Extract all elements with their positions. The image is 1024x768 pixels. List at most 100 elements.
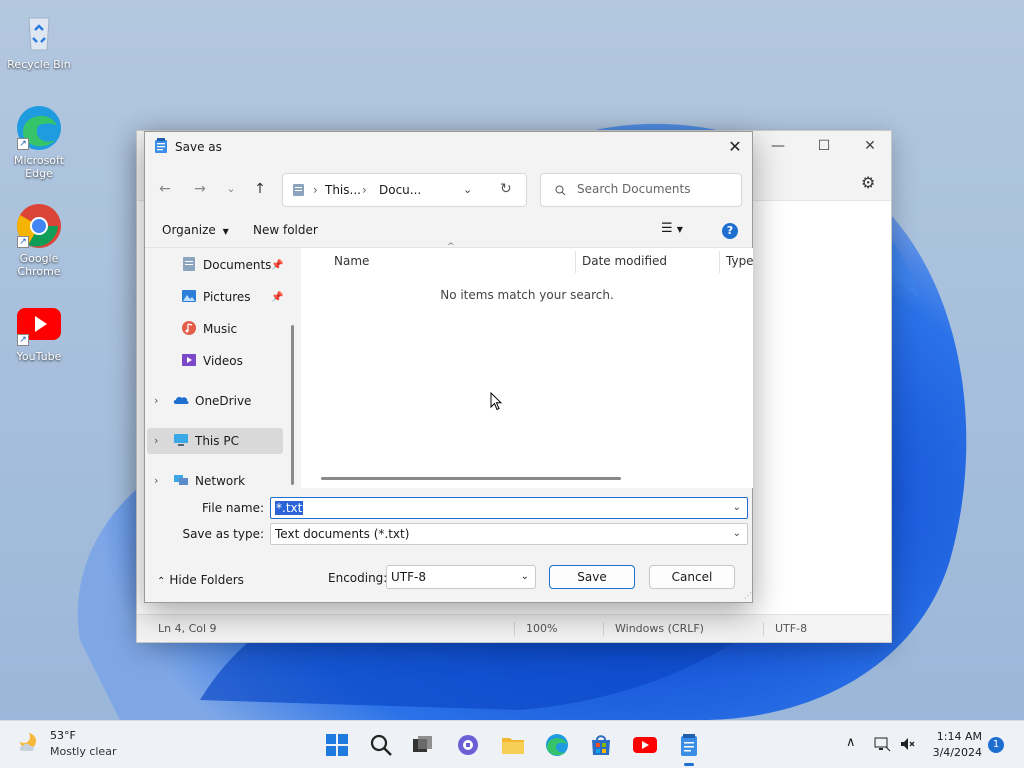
- search-input[interactable]: [577, 182, 737, 196]
- file-explorer-icon[interactable]: [499, 731, 527, 759]
- organize-label: Organize: [162, 223, 216, 237]
- desktop-icon-chrome[interactable]: ↗ Google Chrome: [4, 202, 74, 278]
- documents-folder-icon: [293, 184, 304, 196]
- address-dropdown-chevron-icon[interactable]: ⌄: [463, 183, 472, 196]
- save-as-type-select[interactable]: Text documents (*.txt) ⌄: [270, 523, 748, 545]
- desktop-icon-edge[interactable]: ↗ Microsoft Edge: [4, 104, 74, 180]
- taskbar: 53°F Mostly clear ∧ 1:14 AM 3/4/2024 1: [0, 720, 1024, 768]
- shortcut-arrow-icon: ↗: [17, 236, 29, 248]
- desktop-icon-recycle-bin[interactable]: Recycle Bin: [4, 8, 74, 71]
- clock-date: 3/4/2024: [932, 746, 982, 759]
- start-windows-icon[interactable]: [323, 731, 351, 759]
- status-encoding: UTF-8: [775, 622, 808, 635]
- weather-moon-cloud-icon: [18, 731, 36, 751]
- chat-teams-icon[interactable]: [454, 731, 482, 759]
- expand-chevron-icon[interactable]: ›: [154, 434, 158, 447]
- expand-chevron-icon[interactable]: ›: [154, 474, 158, 487]
- show-hidden-icons-chevron-icon[interactable]: ∧: [846, 735, 856, 750]
- refresh-icon[interactable]: ↻: [500, 181, 512, 197]
- settings-gear-icon[interactable]: ⚙: [861, 173, 875, 192]
- save-button[interactable]: Save: [549, 565, 635, 589]
- address-bar[interactable]: › This... › Docu... ⌄ ↻: [282, 173, 527, 207]
- onedrive-cloud-icon: [173, 396, 189, 404]
- system-clock[interactable]: 1:14 AM 3/4/2024: [920, 729, 982, 761]
- sidebar-item-label: Music: [203, 322, 238, 336]
- encoding-dropdown-chevron-icon: ⌄: [520, 571, 529, 582]
- sidebar-item-this-pc[interactable]: This PC: [147, 428, 283, 454]
- pin-icon: 📌: [271, 260, 284, 271]
- search-box[interactable]: [540, 173, 742, 207]
- hide-folders-button[interactable]: ⌃ Hide Folders: [157, 573, 244, 587]
- search-icon[interactable]: [367, 731, 395, 759]
- navigation-pane: Documents 📌 Pictures 📌 Music Videos › On…: [145, 248, 293, 488]
- notification-badge[interactable]: 1: [988, 737, 1004, 753]
- hide-folders-label: Hide Folders: [169, 573, 244, 587]
- active-app-indicator: [684, 763, 694, 766]
- expand-chevron-icon[interactable]: ›: [154, 394, 158, 407]
- weather-temperature: 53°F: [50, 729, 76, 742]
- sidebar-item-network[interactable]: Network: [173, 468, 291, 488]
- network-status-icon[interactable]: [873, 735, 891, 753]
- navigation-pane-scrollbar[interactable]: [291, 325, 294, 485]
- column-header-type[interactable]: Type: [726, 248, 754, 274]
- forward-arrow-icon[interactable]: →: [189, 178, 211, 200]
- mouse-pointer-icon: [490, 392, 502, 411]
- back-arrow-icon[interactable]: ←: [154, 178, 176, 200]
- file-name-dropdown-chevron-icon[interactable]: ⌄: [733, 498, 741, 518]
- breadcrumb-documents[interactable]: Docu...: [379, 183, 421, 197]
- close-icon[interactable]: ✕: [847, 131, 893, 161]
- chevron-up-icon: ⌃: [157, 576, 166, 587]
- task-view-icon[interactable]: [409, 731, 437, 759]
- shortcut-arrow-icon: ↗: [17, 334, 29, 346]
- desktop-icon-label: Microsoft Edge: [13, 154, 65, 180]
- file-name-input[interactable]: *.txt ⌄: [270, 497, 748, 519]
- microsoft-store-icon[interactable]: [587, 731, 615, 759]
- edge-icon[interactable]: [543, 731, 571, 759]
- volume-muted-icon[interactable]: [899, 735, 917, 753]
- maximize-icon[interactable]: ☐: [801, 131, 847, 161]
- new-folder-button[interactable]: New folder: [253, 223, 318, 237]
- encoding-label: Encoding:: [328, 571, 388, 585]
- file-name-value: *.txt: [275, 501, 304, 515]
- sidebar-item-videos[interactable]: Videos: [181, 348, 291, 374]
- file-list-scrollbar[interactable]: [321, 477, 621, 480]
- dialog-footer: ⌃ Hide Folders Encoding: UTF-8 ⌄ Save Can…: [145, 556, 754, 602]
- view-options-icon[interactable]: ☰ ▼: [661, 221, 683, 236]
- youtube-icon: ↗: [15, 300, 63, 348]
- dialog-close-icon[interactable]: ✕: [722, 134, 748, 160]
- notepad-icon[interactable]: [675, 731, 703, 759]
- minimize-icon[interactable]: —: [755, 131, 801, 161]
- desktop-icon-youtube[interactable]: ↗ YouTube: [4, 300, 74, 363]
- column-header-name[interactable]: Name: [334, 248, 369, 274]
- breadcrumb-this-pc[interactable]: This...: [325, 183, 361, 197]
- youtube-icon[interactable]: [631, 731, 659, 759]
- weather-widget[interactable]: 53°F Mostly clear: [16, 729, 116, 760]
- file-name-label: File name:: [202, 501, 264, 515]
- navigation-bar: ← → ⌄ ↑ › This... › Docu... ⌄ ↻: [145, 162, 752, 212]
- notepad-statusbar: Ln 4, Col 9 100% Windows (CRLF) UTF-8: [137, 614, 891, 642]
- sidebar-item-onedrive[interactable]: OneDrive: [173, 388, 291, 414]
- encoding-value: UTF-8: [391, 570, 426, 584]
- sidebar-item-label: Network: [195, 474, 246, 488]
- sidebar-item-label: Videos: [203, 354, 243, 368]
- save-as-type-dropdown-chevron-icon: ⌄: [732, 528, 741, 539]
- save-as-dialog: Save as ✕ ← → ⌄ ↑ › This... › Docu... ⌄ …: [144, 131, 754, 603]
- cancel-button[interactable]: Cancel: [649, 565, 735, 589]
- resize-grip-icon[interactable]: ⋰: [744, 591, 752, 600]
- recycle-bin-icon: [15, 8, 63, 56]
- save-as-type-value: Text documents (*.txt): [275, 527, 410, 541]
- search-icon: [555, 185, 566, 196]
- sidebar-item-music[interactable]: Music: [181, 316, 291, 342]
- column-header-date-modified[interactable]: Date modified: [582, 248, 667, 274]
- help-icon[interactable]: ?: [722, 223, 738, 239]
- organize-button[interactable]: Organize ▼: [162, 223, 229, 237]
- sidebar-item-label: This PC: [195, 434, 239, 448]
- line-ending: Windows (CRLF): [615, 622, 704, 635]
- desktop-icon-label: Recycle Bin: [7, 58, 71, 71]
- encoding-select[interactable]: UTF-8 ⌄: [386, 565, 536, 589]
- sidebar-item-label: OneDrive: [195, 394, 252, 408]
- clock-time: 1:14 AM: [936, 730, 982, 743]
- save-as-type-row: Save as type: Text documents (*.txt) ⌄: [145, 523, 754, 547]
- recent-locations-chevron-icon[interactable]: ⌄: [220, 178, 242, 200]
- up-arrow-icon[interactable]: ↑: [249, 178, 271, 200]
